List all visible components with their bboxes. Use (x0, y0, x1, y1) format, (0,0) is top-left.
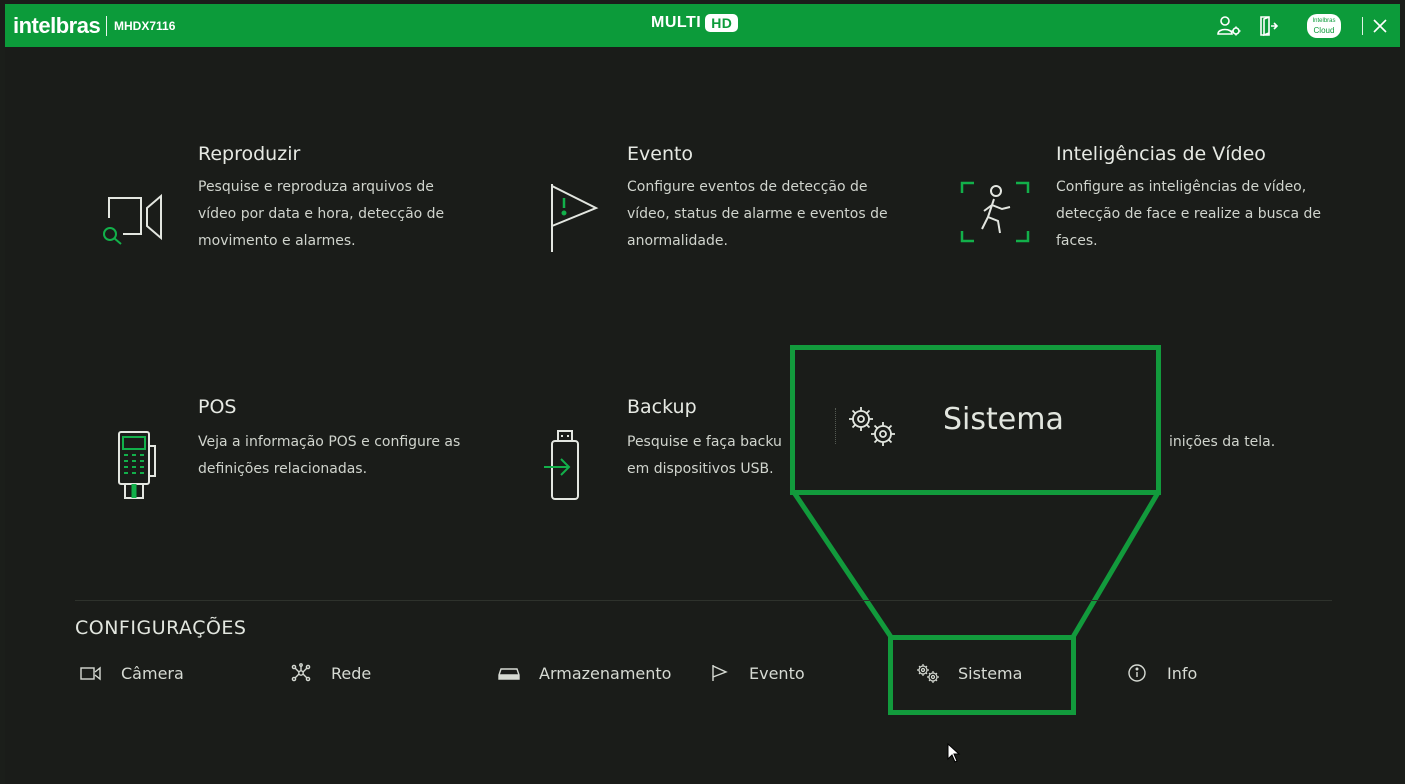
product-logo-badge: HD (705, 14, 739, 32)
user-settings-icon[interactable] (1215, 14, 1243, 38)
zoom-callout-label: Sistema (943, 402, 1064, 437)
config-item-rede[interactable]: Rede (287, 662, 371, 684)
intelbras-cloud-icon[interactable]: Intelbras Cloud (1301, 14, 1347, 38)
logout-icon[interactable] (1255, 14, 1281, 38)
event-flag-icon (705, 662, 733, 684)
config-item-evento[interactable]: Evento (705, 662, 805, 684)
network-icon (287, 662, 315, 684)
product-logo: MULTI HD (651, 14, 739, 32)
cloud-badge-label: Cloud (1313, 26, 1335, 35)
gears-icon (845, 404, 901, 454)
close-icon[interactable] (1369, 14, 1391, 38)
config-item-label: Evento (749, 663, 805, 683)
config-item-label: Câmera (121, 663, 184, 683)
topbar-divider (1362, 17, 1363, 35)
storage-icon (495, 662, 523, 684)
camera-icon (77, 662, 105, 684)
brand-logo: intelbras (13, 13, 101, 38)
section-title: CONFIGURAÇÕES (75, 617, 247, 639)
zoom-divider (835, 408, 837, 444)
main-menu: Reproduzir Pesquise e reproduza arquivos… (5, 47, 1400, 784)
top-bar: intelbras MHDX7116 MULTI HD Intelbras Cl… (5, 4, 1400, 47)
cloud-badge-brand: Intelbras (1312, 18, 1336, 24)
config-item-info[interactable]: Info (1123, 662, 1197, 684)
mouse-cursor-icon (947, 742, 961, 767)
section-divider (75, 600, 1332, 601)
info-icon (1123, 662, 1151, 684)
config-item-label: Armazenamento (539, 663, 672, 683)
config-item-label: Rede (331, 663, 372, 683)
device-model: MHDX7116 (114, 19, 176, 33)
sistema-highlight-box (888, 635, 1076, 715)
config-item-label: Info (1167, 663, 1198, 683)
config-item-camera[interactable]: Câmera (77, 662, 184, 684)
brand-divider (106, 16, 107, 36)
cloud-badge: Intelbras Cloud (1307, 14, 1341, 38)
config-item-armazenamento[interactable]: Armazenamento (495, 662, 671, 684)
product-logo-text: MULTI (651, 14, 702, 31)
sistema-zoom-callout[interactable]: Sistema (790, 345, 1161, 495)
